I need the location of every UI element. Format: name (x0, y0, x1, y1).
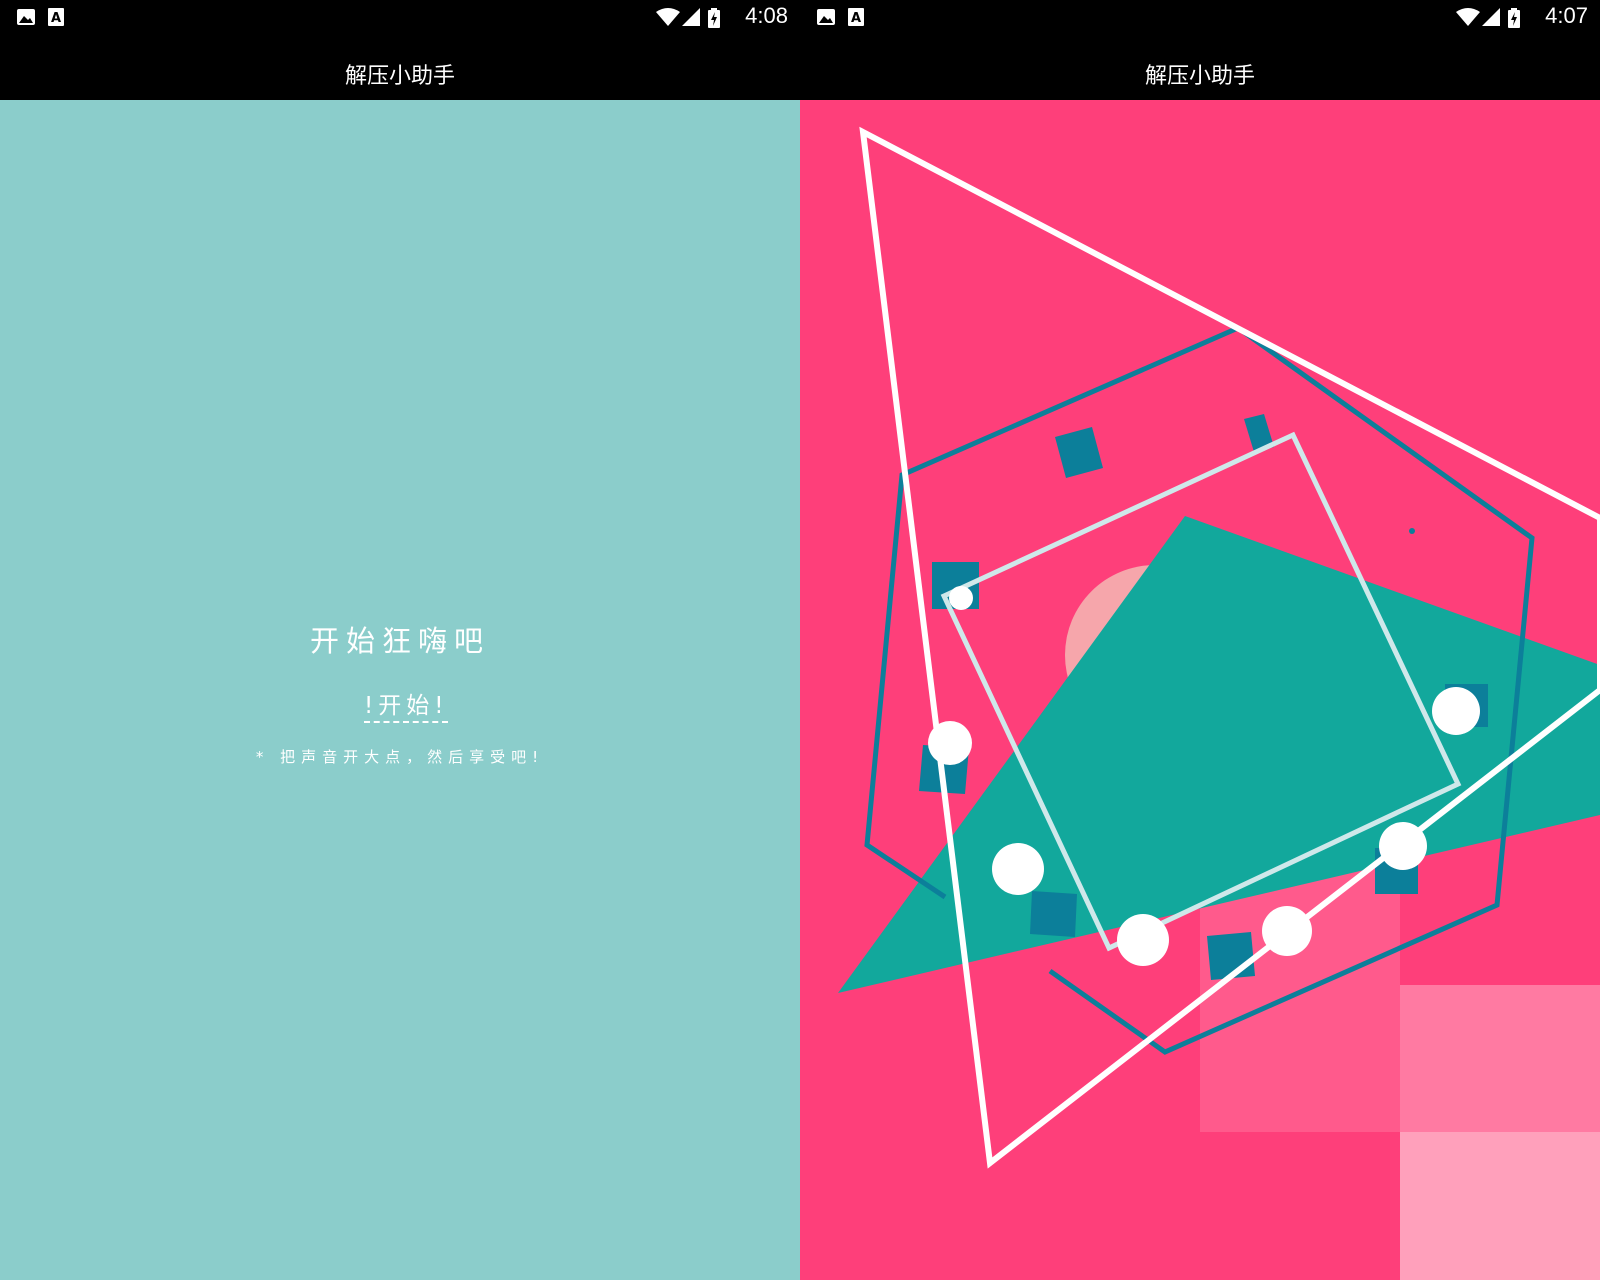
white-ball (949, 586, 973, 610)
app-title: 解压小助手 (1144, 64, 1255, 89)
svg-text:A: A (51, 11, 61, 26)
teal-square (1030, 891, 1077, 937)
status-bar: A 4:07 (800, 0, 1600, 34)
white-ball (992, 843, 1044, 895)
geometric-animation (838, 126, 1600, 1280)
play-screen: A 4:07 解压小助手 (800, 0, 1600, 1280)
teal-dot (1409, 528, 1415, 534)
start-button[interactable]: !开始! (364, 686, 449, 723)
app-bar: 解压小助手 (0, 34, 800, 100)
signal-icon (682, 8, 700, 26)
white-ball (1379, 822, 1427, 870)
start-screen: A 4:08 解压小助手 开始狂嗨吧 !开始! * 把声音开大点，然后享受吧! (0, 0, 800, 1280)
start-content: 开始狂嗨吧 !开始! * 把声音开大点，然后享受吧! (0, 100, 800, 1280)
headline: 开始狂嗨吧 (309, 624, 490, 658)
wifi-icon (656, 8, 680, 26)
teal-square (1055, 427, 1103, 478)
white-ball (1117, 914, 1169, 966)
status-bar: A 4:08 (0, 0, 800, 34)
animation-canvas[interactable] (800, 100, 1600, 1280)
wifi-icon (1456, 8, 1480, 26)
image-icon (17, 9, 35, 25)
status-time: 4:08 (745, 3, 788, 28)
white-ball (928, 721, 972, 765)
image-icon (817, 9, 835, 25)
a-app-icon: A (848, 8, 864, 26)
white-ball (1262, 906, 1312, 956)
a-app-icon: A (48, 8, 64, 26)
app-bar: 解压小助手 (800, 34, 1600, 100)
status-time: 4:07 (1545, 3, 1588, 28)
pink-block-lighter (1400, 1132, 1600, 1280)
battery-icon (708, 8, 720, 28)
white-ball (1432, 687, 1480, 735)
svg-text:A: A (851, 11, 861, 26)
battery-icon (1508, 8, 1520, 28)
app-title: 解压小助手 (344, 64, 455, 89)
pink-block-light (1400, 985, 1600, 1132)
sound-hint: * 把声音开大点，然后享受吧! (255, 748, 545, 766)
signal-icon (1482, 8, 1500, 26)
